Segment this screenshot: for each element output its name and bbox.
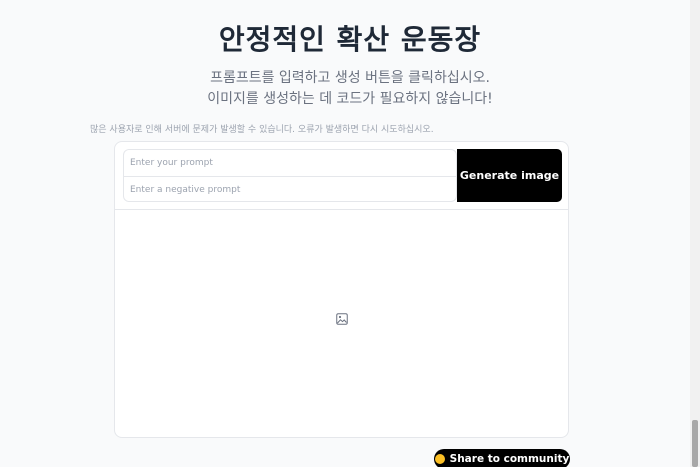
share-to-community-button[interactable]: Share to community	[434, 449, 570, 467]
scrollbar-thumb[interactable]	[692, 420, 698, 467]
page-title: 안정적인 확산 운동장	[218, 23, 482, 56]
prompt-input[interactable]	[124, 150, 456, 176]
subtitle-line-2: 이미지를 생성하는 데 코드가 필요하지 않습니다!	[207, 91, 493, 107]
negative-prompt-input[interactable]	[124, 176, 456, 202]
prompt-box	[123, 149, 457, 202]
hug-icon	[434, 454, 445, 464]
subtitle-line-1: 프롬프트를 입력하고 생성 버튼을 클릭하십시오.	[210, 70, 490, 86]
scrollbar-track[interactable]	[690, 0, 700, 467]
subtitle: 프롬프트를 입력하고 생성 버튼을 클릭하십시오. 이미지를 생성하는 데 코드…	[0, 68, 700, 110]
image-output-area	[115, 210, 568, 437]
generate-image-button[interactable]: Generate image	[457, 149, 562, 202]
generator-card: Generate image	[114, 141, 569, 438]
share-label: Share to community	[449, 453, 570, 465]
server-notice: 많은 사용자로 인해 서버에 문제가 발생할 수 있습니다. 오류가 발생하면 …	[90, 125, 434, 135]
image-icon	[336, 313, 348, 325]
